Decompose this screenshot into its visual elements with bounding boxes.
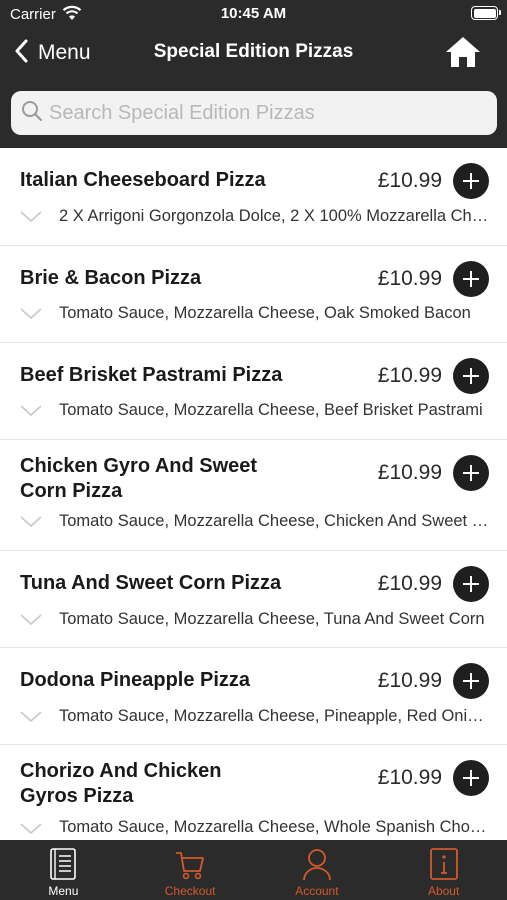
item-name: Italian Cheeseboard Pizza <box>20 169 266 191</box>
chevron-down-icon[interactable] <box>20 404 42 422</box>
add-to-cart-button[interactable] <box>453 163 489 199</box>
chevron-down-icon[interactable] <box>20 210 42 228</box>
list-item: Dodona Pineapple Pizza £10.99 Tomato Sau… <box>0 648 507 745</box>
item-description: Tomato Sauce, Mozzarella Cheese, Oak Smo… <box>59 304 471 322</box>
search-bar[interactable] <box>11 91 497 135</box>
list-item: Beef Brisket Pastrami Pizza £10.99 Tomat… <box>0 343 507 440</box>
tab-label: Account <box>295 884 339 898</box>
chevron-down-icon[interactable] <box>20 822 42 840</box>
item-description: Tomato Sauce, Mozzarella Cheese, Pineapp… <box>59 707 489 725</box>
item-name: Dodona Pineapple Pizza <box>20 669 251 691</box>
tab-label: Menu <box>48 884 79 898</box>
item-name: Chorizo And Chicken Gyros Pizza <box>20 760 222 807</box>
tab-menu[interactable]: Menu <box>0 840 127 900</box>
tab-bar: Menu Checkout Account About <box>0 840 507 900</box>
tab-account[interactable]: Account <box>254 840 381 900</box>
cart-icon <box>174 847 206 886</box>
item-name: Chicken Gyro And Sweet Corn Pizza <box>20 455 258 502</box>
app-header: Carrier 10:45 AM Menu Special Edition Pi… <box>0 0 507 148</box>
status-time: 10:45 AM <box>220 5 287 22</box>
info-icon <box>429 847 459 886</box>
search-input[interactable] <box>49 101 469 125</box>
add-to-cart-button[interactable] <box>453 760 489 796</box>
chevron-down-icon[interactable] <box>20 613 42 631</box>
home-icon <box>445 37 481 72</box>
navigation-bar: Menu Special Edition Pizzas <box>0 28 507 80</box>
user-icon <box>301 847 333 886</box>
add-to-cart-button[interactable] <box>453 358 489 394</box>
list-item: Chorizo And Chicken Gyros Pizza £10.99 T… <box>0 745 507 840</box>
item-price: £10.99 <box>377 364 442 387</box>
item-description: Tomato Sauce, Mozzarella Cheese, Chicken… <box>59 512 489 530</box>
chevron-down-icon[interactable] <box>20 307 42 325</box>
item-price: £10.99 <box>377 766 442 789</box>
item-name: Brie & Bacon Pizza <box>20 267 202 289</box>
search-icon <box>21 100 43 127</box>
page-title: Special Edition Pizzas <box>153 41 354 62</box>
item-price: £10.99 <box>377 267 442 290</box>
list-item: Italian Cheeseboard Pizza £10.99 2 X Arr… <box>0 148 507 246</box>
item-name: Tuna And Sweet Corn Pizza <box>20 572 282 594</box>
list-item: Tuna And Sweet Corn Pizza £10.99 Tomato … <box>0 551 507 648</box>
item-price: £10.99 <box>377 572 442 595</box>
item-name: Beef Brisket Pastrami Pizza <box>20 364 283 386</box>
status-bar: Carrier 10:45 AM <box>0 0 507 28</box>
item-description: Tomato Sauce, Mozzarella Cheese, Whole S… <box>59 818 489 836</box>
tab-about[interactable]: About <box>380 840 507 900</box>
pizza-list: Italian Cheeseboard Pizza £10.99 2 X Arr… <box>0 148 507 840</box>
tab-label: Checkout <box>164 884 216 898</box>
home-button[interactable] <box>445 36 481 73</box>
menu-book-icon <box>48 847 78 886</box>
tab-checkout[interactable]: Checkout <box>127 840 254 900</box>
add-to-cart-button[interactable] <box>453 566 489 602</box>
add-to-cart-button[interactable] <box>453 455 489 491</box>
item-price: £10.99 <box>377 169 442 192</box>
list-item: Brie & Bacon Pizza £10.99 Tomato Sauce, … <box>0 246 507 343</box>
item-price: £10.99 <box>377 669 442 692</box>
item-description: 2 X Arrigoni Gorgonzola Dolce, 2 X 100% … <box>59 207 489 225</box>
add-to-cart-button[interactable] <box>453 663 489 699</box>
item-price: £10.99 <box>377 461 442 484</box>
item-description: Tomato Sauce, Mozzarella Cheese, Beef Br… <box>59 401 483 419</box>
battery-icon <box>471 6 501 20</box>
add-to-cart-button[interactable] <box>453 261 489 297</box>
list-item: Chicken Gyro And Sweet Corn Pizza £10.99… <box>0 440 507 551</box>
chevron-down-icon[interactable] <box>20 515 42 533</box>
tab-label: About <box>427 884 460 898</box>
chevron-down-icon[interactable] <box>20 710 42 728</box>
item-description: Tomato Sauce, Mozzarella Cheese, Tuna An… <box>59 610 485 628</box>
